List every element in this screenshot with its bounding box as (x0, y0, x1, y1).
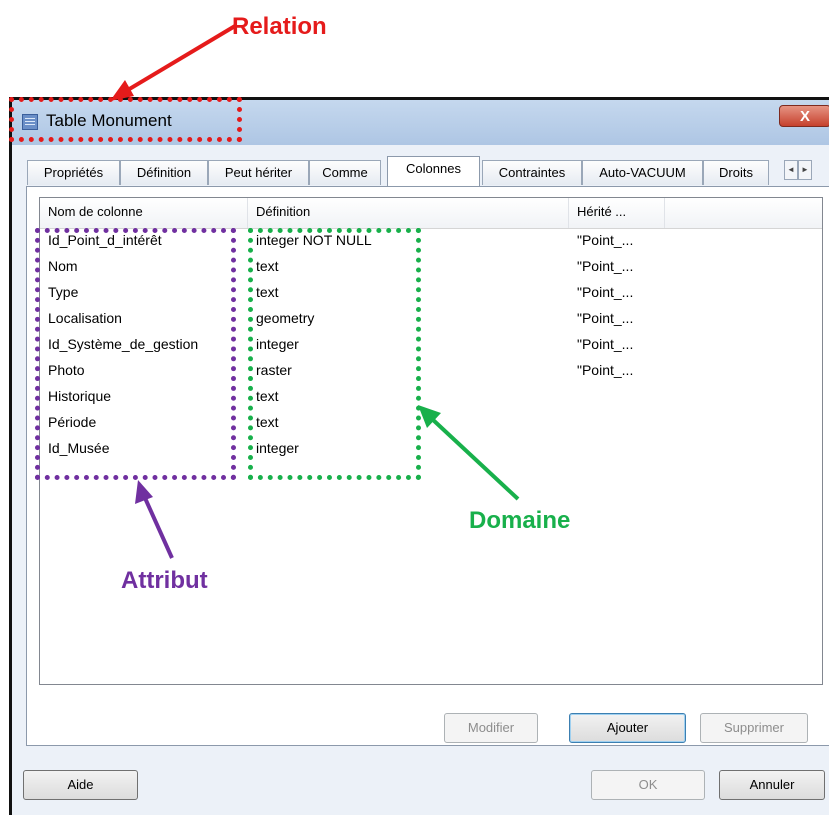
tab-peut-heriter[interactable]: Peut hériter (208, 160, 309, 185)
column-header-inherited[interactable]: Hérité ... (569, 198, 665, 228)
column-inherited-cell: "Point_... (577, 310, 634, 326)
tab-definition[interactable]: Définition (120, 160, 208, 185)
tab-auto-vacuum[interactable]: Auto-VACUUM (582, 160, 703, 185)
ok-button[interactable]: OK (591, 770, 705, 800)
columns-list-header: Nom de colonne Définition Hérité ... (40, 198, 822, 229)
tab-proprietes[interactable]: Propriétés (27, 160, 120, 185)
column-inherited-cell: "Point_... (577, 258, 634, 274)
help-button[interactable]: Aide (23, 770, 138, 800)
tab-colonnes[interactable]: Colonnes (387, 156, 480, 186)
tab-contraintes[interactable]: Contraintes (482, 160, 582, 185)
column-header-definition[interactable]: Définition (248, 198, 569, 228)
column-header-name[interactable]: Nom de colonne (40, 198, 248, 228)
relation-arrow-icon (110, 24, 237, 101)
domaine-annotation-label: Domaine (469, 507, 571, 534)
relation-annotation-label: Relation (232, 13, 327, 40)
column-inherited-cell: "Point_... (577, 284, 634, 300)
modify-button-visual[interactable]: Modifier (444, 713, 538, 743)
close-button[interactable]: X (779, 105, 829, 127)
attribut-annotation-label: Attribut (121, 567, 208, 594)
attribut-highlight-box (35, 228, 236, 480)
tab-droits[interactable]: Droits (703, 160, 769, 185)
column-inherited-cell: "Point_... (577, 362, 634, 378)
domaine-highlight-box (248, 228, 421, 480)
add-button[interactable]: Ajouter (569, 713, 686, 743)
delete-button[interactable]: Supprimer (700, 713, 808, 743)
tab-scroll-right-icon[interactable]: ► (798, 160, 812, 180)
relation-highlight-box (9, 97, 242, 142)
cancel-button[interactable]: Annuler (719, 770, 825, 800)
column-inherited-cell: "Point_... (577, 336, 634, 352)
tab-comme[interactable]: Comme (309, 160, 381, 185)
tab-scroll-left-icon[interactable]: ◄ (784, 160, 798, 180)
column-inherited-cell: "Point_... (577, 232, 634, 248)
